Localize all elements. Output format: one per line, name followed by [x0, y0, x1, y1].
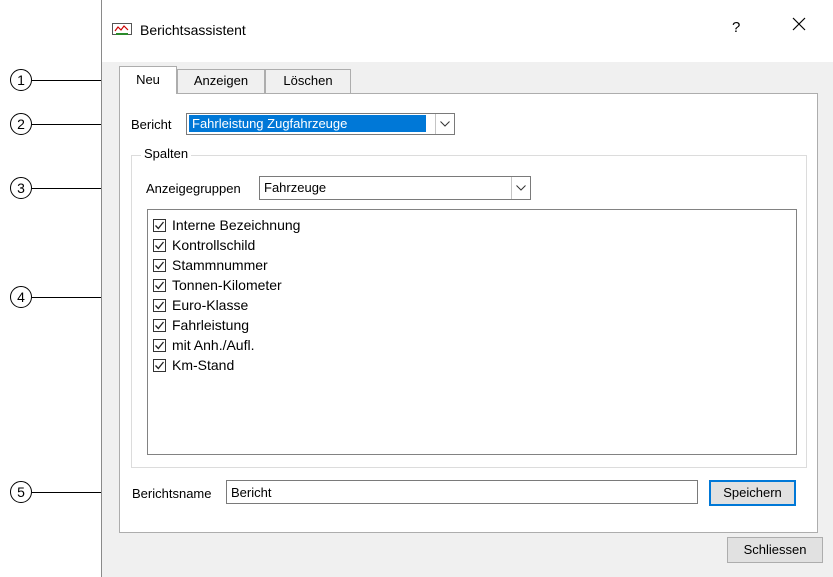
close-icon	[792, 17, 806, 31]
list-item[interactable]: Stammnummer	[153, 255, 268, 275]
callout-number: 3	[10, 177, 32, 199]
help-button[interactable]: ?	[732, 19, 740, 36]
window-title: Berichtsassistent	[140, 22, 246, 38]
columns-group-title: Spalten	[141, 146, 192, 161]
checkbox-checked-icon[interactable]	[153, 298, 166, 312]
list-item[interactable]: Fahrleistung	[153, 315, 249, 335]
checkbox-checked-icon[interactable]	[153, 218, 166, 232]
list-item[interactable]: Euro-Klasse	[153, 295, 248, 315]
list-item-label: Tonnen-Kilometer	[172, 277, 282, 293]
list-item-label: Stammnummer	[172, 257, 268, 273]
checkbox-checked-icon[interactable]	[153, 318, 166, 332]
checkbox-checked-icon[interactable]	[153, 358, 166, 372]
list-item[interactable]: Tonnen-Kilometer	[153, 275, 282, 295]
list-item-label: Interne Bezeichnung	[172, 217, 301, 233]
list-item[interactable]: mit Anh./Aufl.	[153, 335, 254, 355]
list-item-label: mit Anh./Aufl.	[172, 337, 255, 353]
close-window-button[interactable]	[792, 15, 806, 35]
list-item-label: Fahrleistung	[172, 317, 250, 333]
checkbox-checked-icon[interactable]	[153, 258, 166, 272]
checkbox-checked-icon[interactable]	[153, 278, 166, 292]
tab-neu[interactable]: Neu	[119, 66, 177, 94]
report-wizard-dialog: Berichtsassistent ? Neu Anzeigen Löschen…	[101, 0, 833, 577]
chevron-down-icon	[435, 114, 454, 134]
list-item[interactable]: Km-Stand	[153, 355, 234, 375]
report-select[interactable]: Fahrleistung Zugfahrzeuge	[186, 113, 455, 135]
list-item-label: Km-Stand	[172, 357, 235, 373]
list-item-label: Kontrollschild	[172, 237, 256, 253]
report-name-field[interactable]	[227, 481, 697, 503]
report-name-input[interactable]	[226, 480, 698, 504]
callout-number: 4	[10, 286, 32, 308]
list-item-label: Euro-Klasse	[172, 297, 249, 313]
callout-number: 2	[10, 113, 32, 135]
app-logo-icon	[112, 21, 132, 37]
save-button[interactable]: Speichern	[709, 480, 796, 506]
callout-number: 5	[10, 481, 32, 503]
report-label: Bericht	[131, 117, 172, 132]
tab-loeschen[interactable]: Löschen	[265, 69, 351, 93]
close-button[interactable]: Schliessen	[727, 537, 823, 563]
title-bar: Berichtsassistent ?	[102, 0, 833, 62]
display-groups-label: Anzeigegruppen	[146, 181, 241, 196]
list-item[interactable]: Kontrollschild	[153, 235, 255, 255]
checkbox-checked-icon[interactable]	[153, 338, 166, 352]
display-groups-value: Fahrzeuge	[264, 180, 327, 195]
chevron-down-icon	[511, 177, 530, 199]
tab-anzeigen[interactable]: Anzeigen	[177, 69, 265, 93]
checkbox-checked-icon[interactable]	[153, 238, 166, 252]
columns-listbox[interactable]: Interne Bezeichnung Kontrollschild Stamm…	[147, 209, 797, 455]
report-select-value: Fahrleistung Zugfahrzeuge	[189, 115, 426, 132]
callout-number: 1	[10, 69, 32, 91]
tab-panel-neu: Bericht Fahrleistung Zugfahrzeuge Spalte…	[119, 93, 818, 533]
report-name-label: Berichtsname	[132, 486, 212, 501]
list-item[interactable]: Interne Bezeichnung	[153, 215, 300, 235]
display-groups-select[interactable]: Fahrzeuge	[259, 176, 531, 200]
